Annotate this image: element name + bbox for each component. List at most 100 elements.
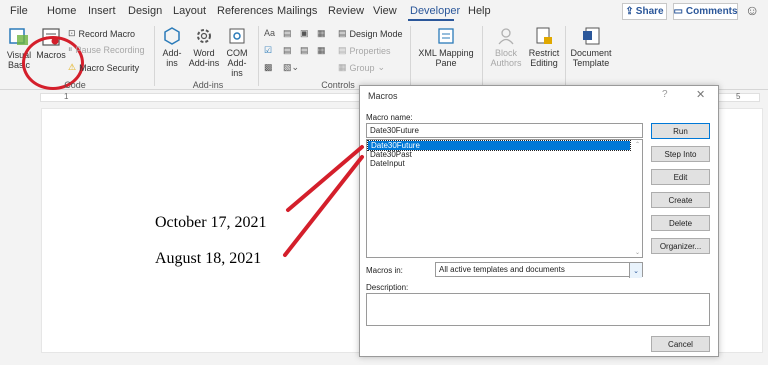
add-ins-icon bbox=[164, 27, 180, 45]
record-icon: ⊡ bbox=[68, 28, 76, 38]
macro-name-input[interactable]: Date30Future bbox=[366, 123, 643, 138]
menu-bar: File Home Insert Design Layout Reference… bbox=[0, 0, 768, 22]
feedback-smiley-icon[interactable]: ☺ bbox=[745, 2, 759, 18]
menu-references[interactable]: References bbox=[217, 5, 273, 17]
vertical-ruler[interactable] bbox=[0, 108, 12, 358]
macro-list-item[interactable]: DateInput bbox=[367, 159, 642, 168]
cancel-button[interactable]: Cancel bbox=[651, 336, 710, 352]
ribbon-separator bbox=[482, 26, 483, 86]
macro-security-label: Macro Security bbox=[79, 62, 140, 73]
menu-insert[interactable]: Insert bbox=[88, 5, 116, 17]
group-button[interactable]: ▦ Group ⌄ bbox=[338, 62, 385, 73]
menu-developer[interactable]: Developer bbox=[410, 5, 460, 17]
macros-in-label: Macros in: bbox=[366, 266, 403, 275]
group-label-controls: Controls bbox=[321, 80, 355, 90]
ribbon-separator bbox=[258, 26, 259, 86]
scroll-down-icon[interactable]: ⌄ bbox=[635, 249, 640, 256]
edit-button[interactable]: Edit bbox=[651, 169, 710, 185]
dialog-title: Macros bbox=[368, 91, 398, 101]
block-authors-button[interactable]: Block Authors bbox=[486, 26, 526, 68]
description-label: Description: bbox=[366, 283, 409, 292]
visual-basic-icon bbox=[9, 28, 28, 45]
macros-dialog: Macros ? ✕ Macro name: Date30Future Date… bbox=[359, 85, 719, 357]
plain-text-control-icon[interactable]: ▤ bbox=[283, 28, 292, 39]
ruler-number: 5 bbox=[736, 92, 741, 101]
ruler-number: 1 bbox=[64, 92, 69, 101]
share-button[interactable]: ⇪ Share bbox=[622, 3, 667, 20]
ribbon-separator bbox=[410, 26, 411, 86]
group-label-add-ins: Add-ins bbox=[192, 80, 224, 90]
warning-icon: ⚠ bbox=[68, 62, 77, 72]
xml-mapping-pane-button[interactable]: XML Mapping Pane bbox=[414, 26, 478, 68]
combo-box-icon[interactable]: ▤ bbox=[283, 45, 292, 56]
date-picker-icon[interactable]: ▦ bbox=[317, 45, 326, 56]
menu-mailings[interactable]: Mailings bbox=[277, 5, 317, 17]
com-add-ins-button[interactable]: COM Add-ins bbox=[222, 26, 252, 78]
step-into-button[interactable]: Step Into bbox=[651, 146, 710, 162]
document-template-button[interactable]: Document Template bbox=[568, 26, 614, 68]
menu-review[interactable]: Review bbox=[328, 5, 364, 17]
properties-icon: ▤ bbox=[338, 45, 347, 55]
design-mode-button[interactable]: ▤ Design Mode bbox=[338, 28, 403, 39]
document-date-line-2: August 18, 2021 bbox=[155, 250, 262, 267]
comment-icon: ▭ bbox=[673, 6, 683, 17]
record-macro-button[interactable]: ⊡ Record Macro bbox=[68, 28, 135, 39]
help-icon[interactable]: ? bbox=[662, 89, 668, 100]
dropdown-list-icon[interactable]: ▤ bbox=[300, 45, 309, 56]
ribbon-separator bbox=[565, 26, 566, 86]
checkbox-control-icon[interactable]: ☑ bbox=[264, 45, 272, 56]
document-date-line-1: October 17, 2021 bbox=[155, 214, 267, 231]
document-template-label: Document Template bbox=[570, 48, 612, 68]
record-macro-label: Record Macro bbox=[78, 28, 136, 39]
chevron-down-icon: ⌄ bbox=[377, 62, 386, 72]
block-authors-label: Block Authors bbox=[490, 48, 522, 68]
pause-recording-button[interactable]: ⏸ Pause Recording bbox=[68, 44, 145, 55]
menu-view[interactable]: View bbox=[373, 5, 397, 17]
word-document-icon bbox=[583, 27, 600, 45]
comments-button[interactable]: ▭ Comments bbox=[673, 3, 738, 20]
restrict-editing-label: Restrict Editing bbox=[528, 48, 560, 68]
organizer-button[interactable]: Organizer... bbox=[651, 238, 710, 254]
building-block-icon[interactable]: ▦ bbox=[317, 28, 326, 39]
word-add-ins-button[interactable]: Word Add-ins bbox=[188, 26, 220, 68]
menu-home[interactable]: Home bbox=[47, 5, 76, 17]
group-icon: ▦ bbox=[338, 62, 347, 72]
close-icon[interactable]: ✕ bbox=[696, 88, 705, 101]
picture-control-icon[interactable]: ▣ bbox=[300, 28, 309, 39]
macro-list-item[interactable]: Date30Past bbox=[367, 150, 642, 159]
rich-text-control-icon[interactable]: Aa bbox=[264, 28, 275, 38]
scroll-up-icon[interactable]: ⌃ bbox=[635, 141, 640, 148]
design-mode-icon: ▤ bbox=[338, 28, 347, 38]
com-add-ins-icon bbox=[229, 28, 245, 44]
run-button[interactable]: Run bbox=[651, 123, 710, 139]
macro-name-label: Macro name: bbox=[366, 113, 413, 122]
menu-design[interactable]: Design bbox=[128, 5, 162, 17]
lock-icon bbox=[536, 27, 552, 44]
repeating-section-icon[interactable]: ▩ bbox=[264, 62, 273, 73]
pause-recording-label: Pause Recording bbox=[75, 44, 145, 55]
group-label: Group bbox=[349, 62, 375, 73]
legacy-tools-icon[interactable]: ▧⌄ bbox=[283, 62, 299, 73]
properties-button[interactable]: ▤ Properties bbox=[338, 45, 391, 56]
menu-layout[interactable]: Layout bbox=[173, 5, 206, 17]
macro-list-item-selected[interactable]: Date30Future bbox=[367, 140, 631, 151]
group-label-code: Code bbox=[64, 80, 86, 90]
comments-label: Comments bbox=[685, 6, 738, 17]
word-add-ins-label: Word Add-ins bbox=[188, 48, 220, 68]
properties-label: Properties bbox=[349, 45, 391, 56]
delete-button[interactable]: Delete bbox=[651, 215, 710, 231]
menu-help[interactable]: Help bbox=[468, 5, 491, 17]
restrict-editing-button[interactable]: Restrict Editing bbox=[527, 26, 561, 68]
macros-in-select[interactable]: All active templates and documents ⌄ bbox=[435, 262, 643, 278]
block-authors-icon bbox=[498, 28, 514, 45]
macro-list[interactable]: Date30Future Date30Past DateInput ⌃ ⌄ bbox=[366, 139, 643, 258]
macro-security-button[interactable]: ⚠ Macro Security bbox=[68, 62, 139, 73]
menu-file[interactable]: File bbox=[10, 5, 28, 17]
chevron-down-icon[interactable]: ⌄ bbox=[629, 263, 642, 278]
share-icon: ⇪ bbox=[625, 6, 634, 17]
add-ins-label: Add-ins bbox=[162, 48, 182, 68]
ribbon-separator bbox=[154, 26, 155, 86]
add-ins-button[interactable]: Add-ins bbox=[158, 26, 186, 68]
com-add-ins-label: COM Add-ins bbox=[226, 48, 248, 78]
create-button[interactable]: Create bbox=[651, 192, 710, 208]
